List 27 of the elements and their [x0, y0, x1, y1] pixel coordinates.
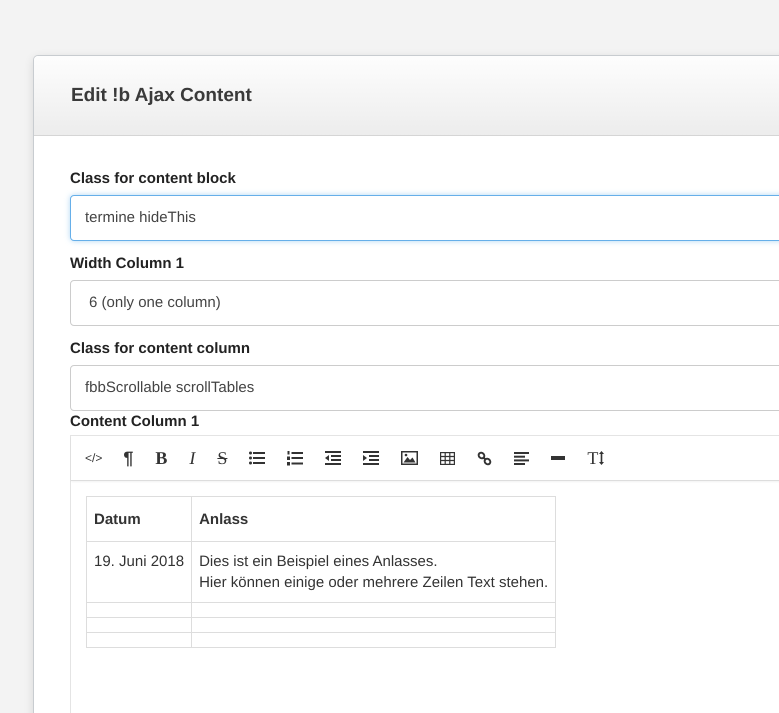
outdent-icon[interactable] [325, 451, 342, 465]
format-button[interactable]: ¶ [123, 448, 134, 468]
format-button[interactable]: B [155, 448, 168, 468]
modal-title: Edit !b Ajax Content [71, 84, 252, 106]
column-header: Datum [86, 496, 192, 542]
link-icon[interactable] [477, 450, 492, 466]
field-label: Width Column 1 [70, 255, 186, 272]
input-field[interactable]: termine hideThis [70, 195, 779, 241]
image-icon[interactable] [401, 451, 418, 465]
table-cell: Dies ist ein Beispiel eines Anlasses. Hier können einige oder mehrere Zeilen Text stehen. [192, 542, 556, 602]
format-button[interactable]: S [217, 448, 228, 468]
format-button[interactable]: I [189, 448, 196, 468]
column-header: Anlass [192, 496, 556, 542]
field-label: Class for content column [70, 340, 252, 357]
format-button[interactable]: </> [85, 451, 102, 465]
select-field[interactable]: 6 (only one column) [70, 280, 779, 326]
table-icon[interactable] [440, 452, 456, 464]
align-left-icon[interactable] [514, 452, 530, 464]
vertical-arrow-icon [599, 451, 604, 465]
input-field[interactable]: fbbScrollable scrollTables [70, 365, 779, 411]
numbered-list-icon[interactable] [287, 450, 304, 466]
indent-icon[interactable] [363, 451, 380, 465]
bullet-list-icon[interactable] [249, 451, 266, 465]
field-label: Content Column 1 [70, 413, 200, 430]
field-label: Class for content block [70, 170, 237, 187]
text-height-button[interactable]: T [587, 448, 604, 468]
table-cell: 19. Juni 2018 [86, 542, 192, 602]
